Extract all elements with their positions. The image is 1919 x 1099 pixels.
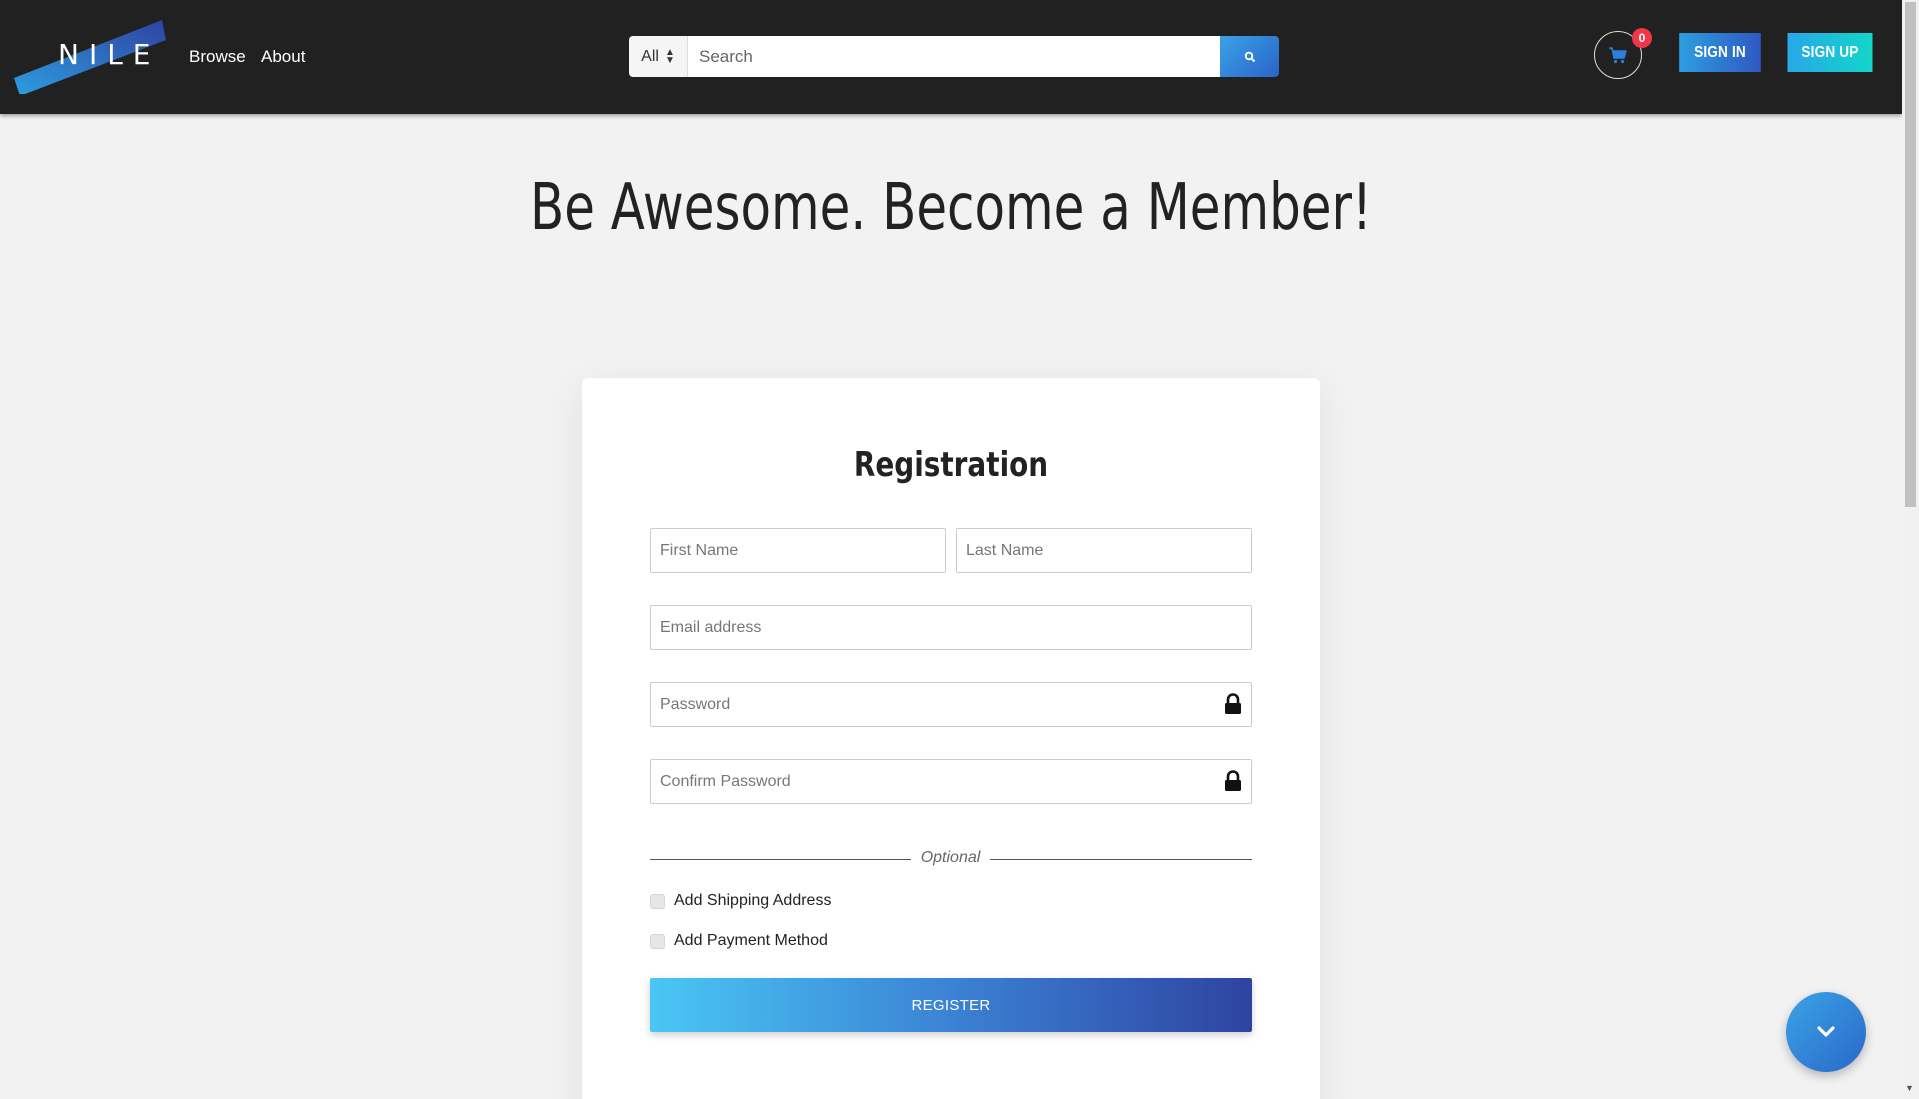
lock-icon [1225, 693, 1241, 714]
checkbox-box[interactable] [650, 893, 665, 909]
scrollbar-thumb[interactable] [1905, 2, 1916, 507]
email-input[interactable] [651, 606, 1251, 649]
scroll-down-fab[interactable] [1786, 992, 1866, 1072]
last-name-field [956, 528, 1252, 573]
nav-about-link[interactable]: About [261, 47, 305, 67]
sign-up-button[interactable]: SIGN UP [1787, 33, 1873, 72]
search-bar: All ▲ ▼ [629, 36, 1279, 77]
divider-left [650, 859, 911, 860]
sign-in-button[interactable]: SIGN IN [1679, 33, 1761, 72]
nav-browse-link[interactable]: Browse [189, 47, 246, 67]
scroll-down-arrow-icon[interactable]: ▼ [1905, 1083, 1914, 1093]
password-input[interactable] [651, 683, 1251, 726]
password-field [650, 682, 1252, 727]
search-input[interactable] [688, 36, 1220, 77]
cart-count-badge: 0 [1632, 28, 1652, 48]
add-shipping-address-checkbox[interactable]: Add Shipping Address [650, 892, 831, 910]
search-category-value: All [641, 47, 659, 65]
registration-title: Registration [853, 445, 1049, 485]
first-name-input[interactable] [651, 529, 945, 572]
search-icon [1244, 51, 1255, 62]
confirm-password-input[interactable] [651, 760, 1251, 803]
add-shipping-address-label: Add Shipping Address [674, 892, 832, 909]
search-category-select[interactable]: All ▲ ▼ [629, 36, 688, 77]
first-name-field [650, 528, 946, 573]
cart-icon [1609, 47, 1627, 64]
page-title: Be Awesome. Become a Member! [529, 171, 1373, 245]
email-field [650, 605, 1252, 650]
optional-label: Optional [920, 849, 981, 866]
register-button[interactable]: REGISTER [650, 978, 1252, 1032]
add-payment-method-checkbox[interactable]: Add Payment Method [650, 932, 828, 950]
divider-right [990, 859, 1252, 860]
last-name-input[interactable] [957, 529, 1251, 572]
logo-text: NILE [58, 38, 161, 71]
add-payment-method-label: Add Payment Method [674, 932, 828, 949]
chevron-down-icon [1817, 1026, 1835, 1037]
checkbox-box[interactable] [650, 933, 665, 949]
confirm-password-field [650, 759, 1252, 804]
search-button[interactable] [1220, 36, 1279, 77]
sort-arrows-icon: ▲ ▼ [664, 46, 675, 66]
lock-icon [1225, 770, 1241, 791]
navbar: NILE Browse About All ▲▼ 0 SIGN IN SIGN … [0, 0, 1902, 114]
